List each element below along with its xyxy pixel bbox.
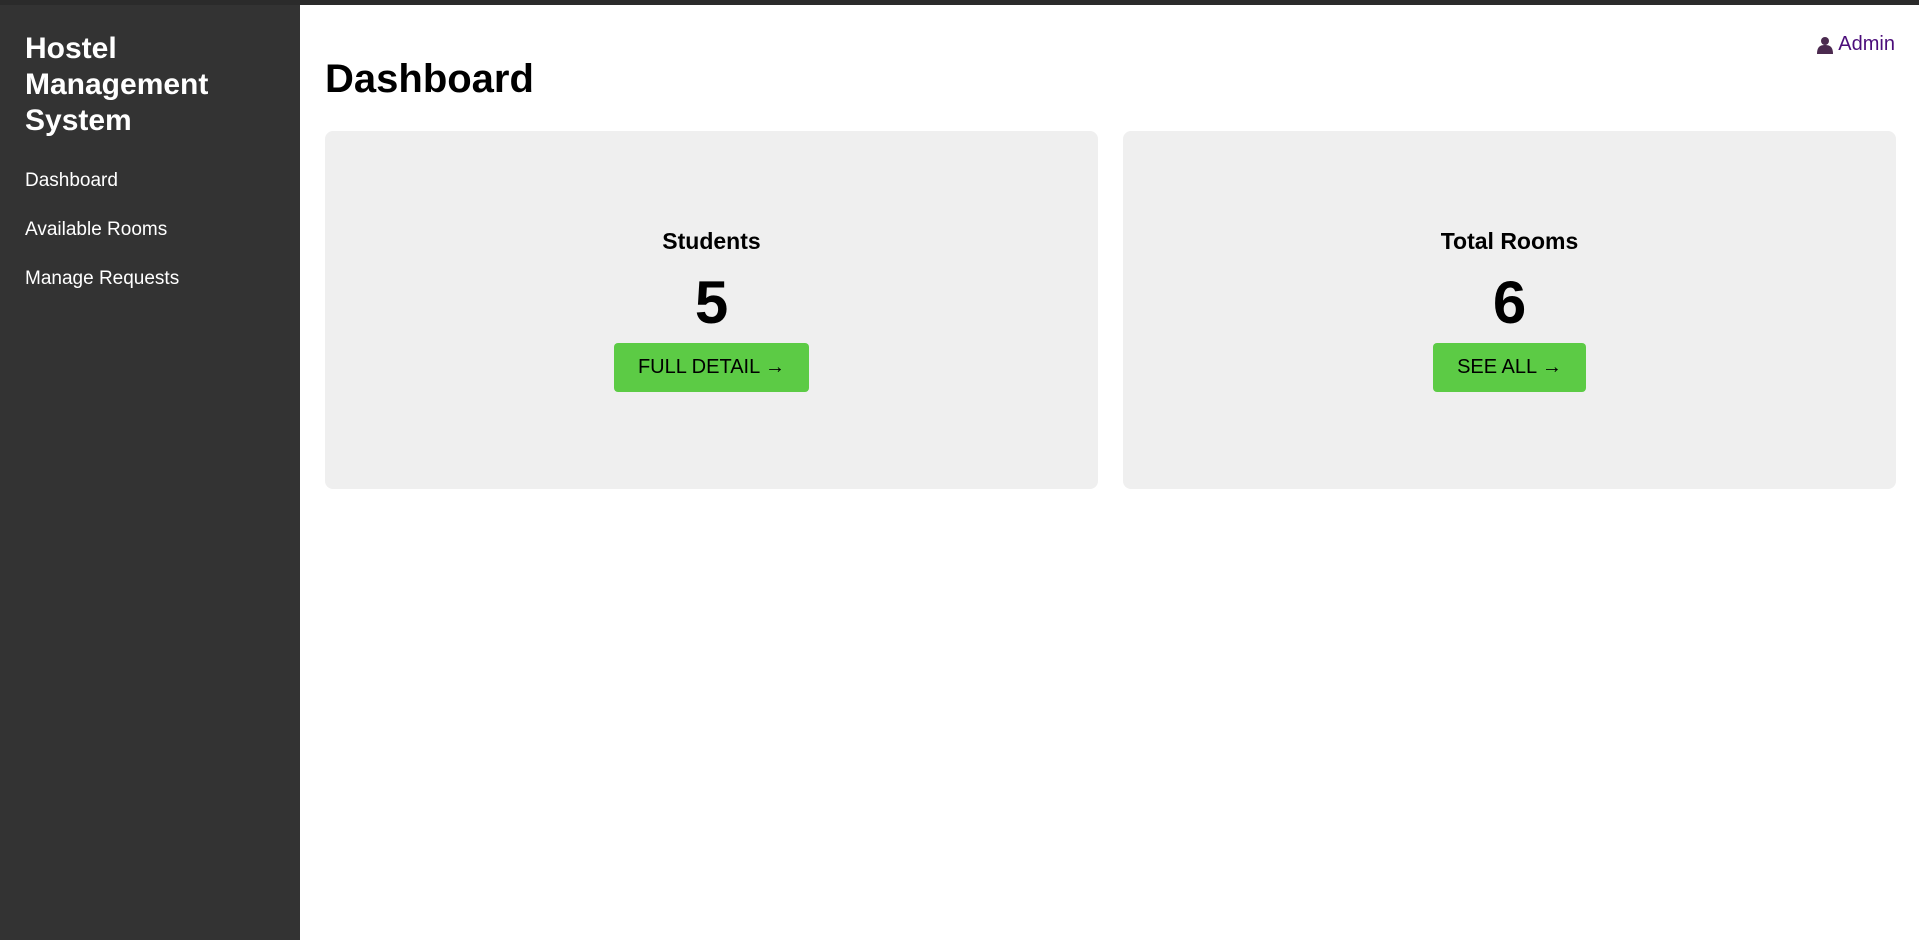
card-title: Total Rooms (1440, 228, 1579, 254)
sidebar: Hostel Management System Dashboard Avail… (0, 5, 300, 940)
students-card: Students 5 FULL DETAIL → (325, 131, 1098, 489)
main-content: Admin Dashboard Students 5 FULL DETAIL →… (300, 5, 1919, 940)
rooms-count: 6 (1492, 269, 1527, 336)
page-title: Dashboard (325, 57, 534, 101)
card-title: Students (662, 228, 761, 254)
see-all-button[interactable]: SEE ALL → (1433, 343, 1586, 392)
admin-label: Admin (1838, 33, 1895, 55)
total-rooms-card: Total Rooms 6 SEE ALL → (1123, 131, 1896, 489)
stats-cards: Students 5 FULL DETAIL → Total Rooms 6 S… (325, 131, 1896, 489)
sidebar-item-available-rooms[interactable]: Available Rooms (25, 218, 275, 242)
full-detail-button[interactable]: FULL DETAIL → (613, 343, 810, 392)
app-brand: Hostel Management System (25, 32, 209, 137)
students-count: 5 (694, 269, 729, 336)
sidebar-item-dashboard[interactable]: Dashboard (25, 169, 275, 193)
sidebar-item-manage-requests[interactable]: Manage Requests (25, 267, 275, 291)
user-icon (1816, 36, 1834, 54)
admin-user-link[interactable]: Admin (1816, 33, 1895, 56)
sidebar-nav: Dashboard Available Rooms Manage Request… (25, 169, 275, 291)
